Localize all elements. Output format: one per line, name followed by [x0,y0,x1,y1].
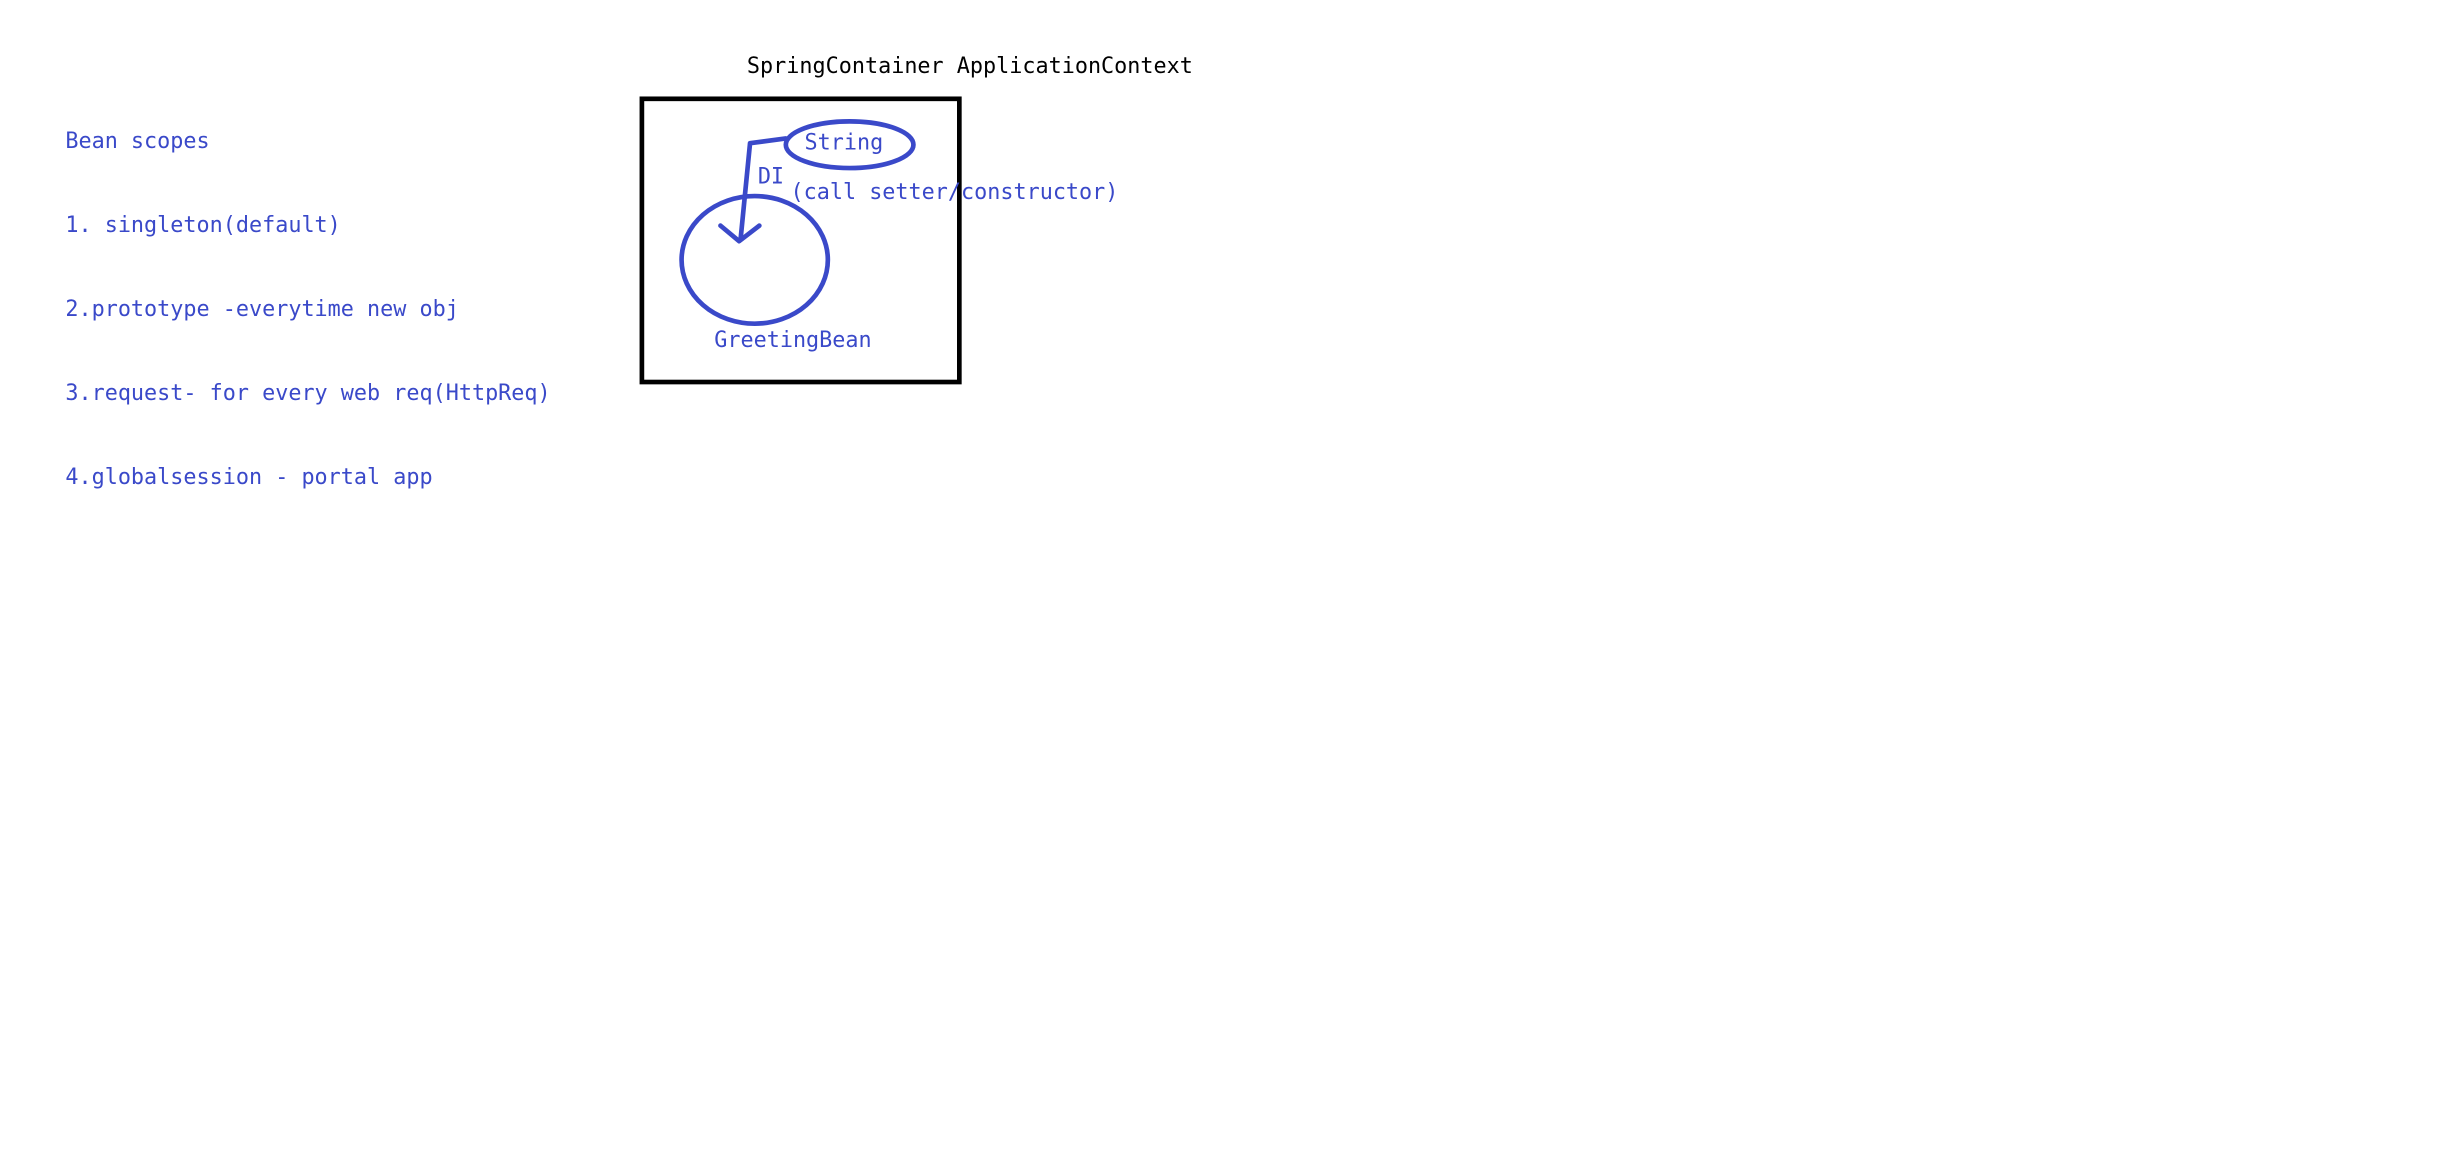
bean-scopes-notes: Bean scopes 1. singleton(default) 2.prot… [65,72,550,548]
whiteboard-canvas: Bean scopes 1. singleton(default) 2.prot… [0,0,2440,1176]
scope-item-prototype: 2.prototype -everytime new obj [65,297,459,323]
container-title: SpringContainer ApplicationContext [746,54,1193,80]
greeting-bean-label: GreetingBean [714,328,872,354]
scope-item-singleton: 1. singleton(default) [65,213,341,239]
di-label: DI [757,164,785,190]
string-node-label: String [804,130,884,156]
greeting-bean-circle [679,193,831,327]
scope-item-request: 3.request- for every web req(HttpReq) [65,381,551,407]
scope-item-globalsession: 4.globalsession - portal app [65,465,433,491]
injection-note: (call setter/constructor) [790,180,1119,206]
bean-scopes-heading: Bean scopes [65,129,210,155]
